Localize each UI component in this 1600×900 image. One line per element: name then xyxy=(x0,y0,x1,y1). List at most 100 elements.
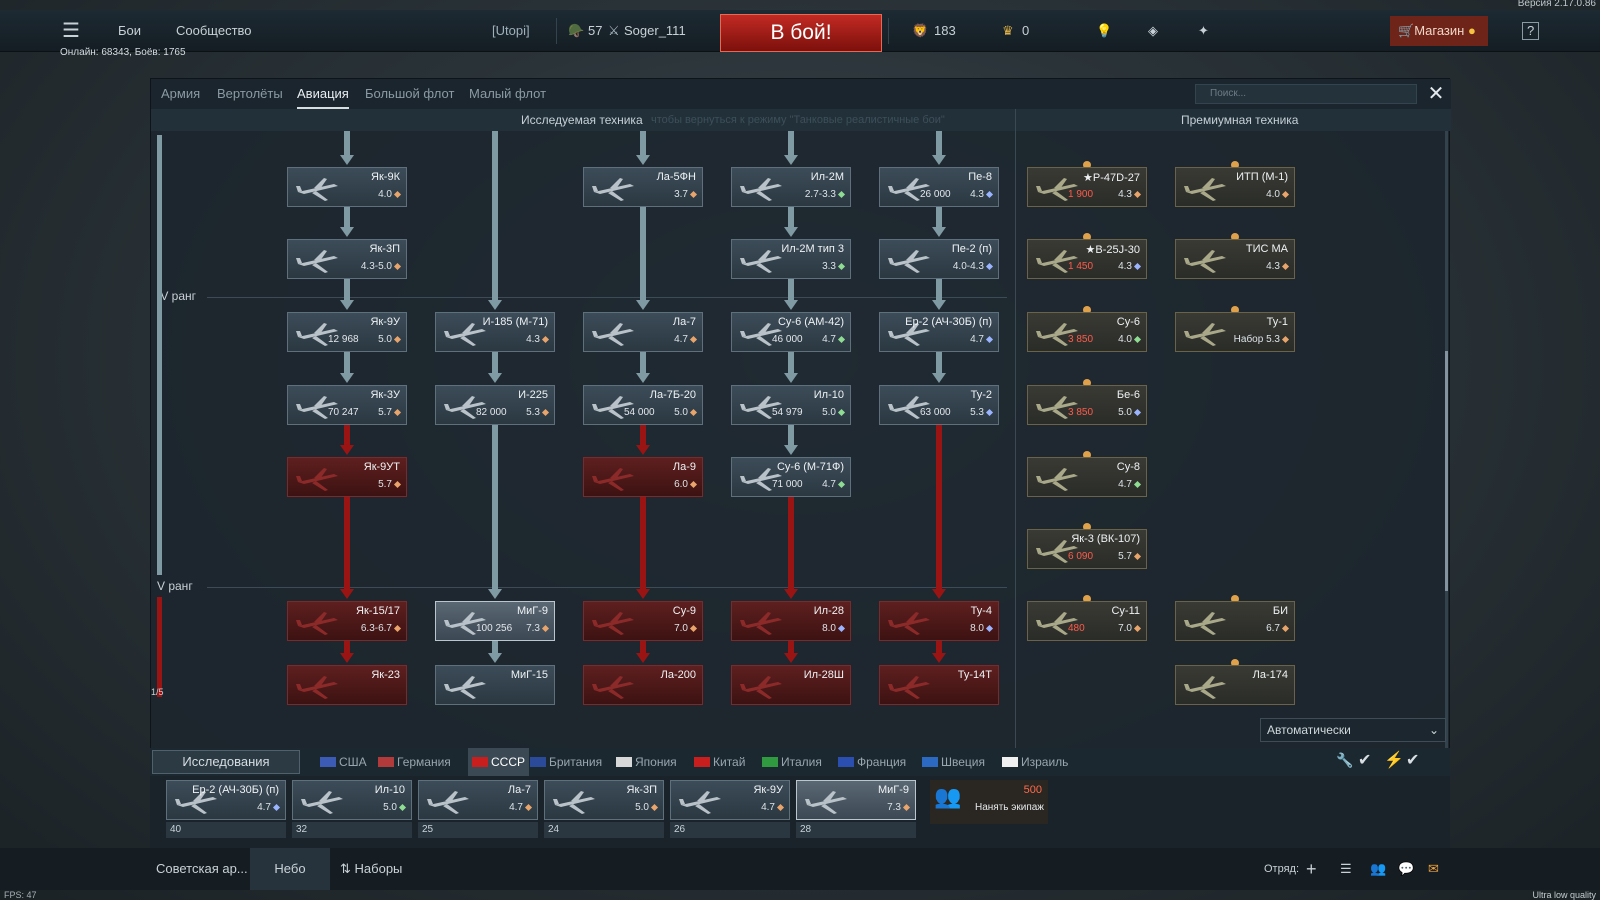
vehicle-card-bi[interactable]: БИ 6.7 xyxy=(1175,601,1295,641)
vehicle-card-su6p[interactable]: Су-6 4.0 3 850 xyxy=(1027,312,1147,352)
vehicle-card-su6am42[interactable]: Су-6 (АМ-42) 4.7 46 000 xyxy=(731,312,851,352)
close-icon[interactable]: ✕ xyxy=(1423,82,1449,106)
vehicle-card-yak1517[interactable]: Як-15/17 6.3-6.7 xyxy=(287,601,407,641)
research-mode-select[interactable]: Исследования xyxy=(152,750,300,774)
vehicle-card-er2[interactable]: Ер-2 (АЧ-30Б) (п) 4.7 xyxy=(879,312,999,352)
nation-tab[interactable]: Израиль xyxy=(1002,748,1068,776)
vehicle-card-yak9u[interactable]: Як-9У 5.0 12 968 xyxy=(287,312,407,352)
chat-icon[interactable]: 💬 xyxy=(1398,848,1414,890)
vehicle-card-il28[interactable]: Ил-28 8.0 xyxy=(731,601,851,641)
scrollbar-thumb[interactable] xyxy=(1445,351,1448,591)
crew-slot[interactable]: Як-9У 4.7 26 xyxy=(670,780,790,842)
tab-aviation[interactable]: Авиация xyxy=(297,79,349,109)
tab-sky[interactable]: Небо xyxy=(250,848,330,890)
vehicle-card-slot1[interactable]: Ил-10 5.0 xyxy=(292,780,412,820)
vehicle-card-tu14t[interactable]: Ту-14Т xyxy=(879,665,999,705)
battle-pass-icon[interactable]: ✦ xyxy=(1198,10,1209,52)
vehicle-card-p47[interactable]: ★P-47D-27 4.3 1 900 xyxy=(1027,167,1147,207)
vehicle-card-il2m3[interactable]: Ил-2М тип 3 3.3 xyxy=(731,239,851,279)
vehicle-card-la7[interactable]: Ла-7 4.7 xyxy=(583,312,703,352)
hire-crew-slot[interactable]: 👥 500 Нанять экипаж xyxy=(930,780,1048,824)
mail-icon[interactable]: ✉ xyxy=(1428,848,1439,890)
crew-slot[interactable]: МиГ-9 7.3 28 xyxy=(796,780,916,842)
vehicle-card-mig15[interactable]: МиГ-15 xyxy=(435,665,555,705)
quality-label: Ultra low quality xyxy=(1532,890,1596,900)
vehicle-card-la174[interactable]: Ла-174 xyxy=(1175,665,1295,705)
vehicle-card-su11[interactable]: Су-11 7.0 480 xyxy=(1027,601,1147,641)
vehicle-card-b25[interactable]: ★B-25J-30 4.3 1 450 xyxy=(1027,239,1147,279)
vehicle-card-yak3vk[interactable]: Як-3 (ВК-107) 5.7 6 090 xyxy=(1027,529,1147,569)
shop-button[interactable]: 🛒Магазин ● xyxy=(1390,16,1488,46)
tab-coastal-fleet[interactable]: Малый флот xyxy=(469,79,546,109)
vehicle-card-be6[interactable]: Бе-6 5.0 3 850 xyxy=(1027,385,1147,425)
crew-slot[interactable]: Як-3П 5.0 24 xyxy=(544,780,664,842)
vehicle-card-yak9ut[interactable]: Як-9УТ 5.7 xyxy=(287,457,407,497)
nation-tab[interactable]: Италия xyxy=(762,748,822,776)
to-battle-button[interactable]: В бой! xyxy=(720,14,882,52)
vehicle-card-su9[interactable]: Су-9 7.0 xyxy=(583,601,703,641)
vehicle-card-slot0[interactable]: Ер-2 (АЧ-30Б) (п) 4.7 xyxy=(166,780,286,820)
vehicle-card-tu4[interactable]: Ту-4 8.0 xyxy=(879,601,999,641)
vehicle-card-yak9k[interactable]: Як-9К 4.0 xyxy=(287,167,407,207)
vehicle-card-itp[interactable]: ИТП (М-1) 4.0 xyxy=(1175,167,1295,207)
tab-army[interactable]: Армия xyxy=(161,79,200,109)
search-input[interactable]: Поиск... xyxy=(1195,84,1417,104)
vehicle-card-la5fn[interactable]: Ла-5ФН 3.7 xyxy=(583,167,703,207)
wrench-icon[interactable]: 🔧 xyxy=(1336,752,1353,769)
workshop-icon[interactable]: ◈ xyxy=(1148,10,1158,52)
vehicle-card-yak3p[interactable]: Як-3П 4.3-5.0 xyxy=(287,239,407,279)
add-icon[interactable]: + xyxy=(1306,848,1317,890)
nation-tab[interactable]: Германия xyxy=(378,748,451,776)
vehicle-card-su8[interactable]: Су-8 4.7 xyxy=(1027,457,1147,497)
scrollbar[interactable] xyxy=(1445,131,1448,781)
lightbulb-icon[interactable]: 💡 xyxy=(1096,10,1112,52)
vehicle-card-slot5[interactable]: МиГ-9 7.3 xyxy=(796,780,916,820)
nation-tab[interactable]: США xyxy=(320,748,367,776)
vehicle-card-slot3[interactable]: Як-3П 5.0 xyxy=(544,780,664,820)
nation-tab[interactable]: СССР xyxy=(468,748,530,776)
checkmark-icon[interactable]: ✔ xyxy=(1358,750,1371,770)
preset-select[interactable]: Советская ар... xyxy=(156,848,248,890)
crew-slot[interactable]: Ла-7 4.7 25 xyxy=(418,780,538,842)
nation-tab[interactable]: Япония xyxy=(616,748,677,776)
vehicle-card-yak3u[interactable]: Як-3У 5.7 70 247 xyxy=(287,385,407,425)
tab-helicopters[interactable]: Вертолёты xyxy=(217,79,283,109)
vehicle-card-i185[interactable]: И-185 (М-71) 4.3 xyxy=(435,312,555,352)
vehicle-card-la9[interactable]: Ла-9 6.0 xyxy=(583,457,703,497)
nation-tab[interactable]: Китай xyxy=(694,748,745,776)
vehicle-card-yak23[interactable]: Як-23 xyxy=(287,665,407,705)
vehicle-card-il28sh[interactable]: Ил-28Ш xyxy=(731,665,851,705)
battles-menu[interactable]: Бои xyxy=(118,10,141,52)
player-name[interactable]: Soger_111 xyxy=(624,10,686,52)
vehicle-card-tu1[interactable]: Ту-1 Набор 5.3 xyxy=(1175,312,1295,352)
repair-icon[interactable]: ⚡ xyxy=(1384,750,1404,770)
crew-slot[interactable]: Ил-10 5.0 32 xyxy=(292,780,412,842)
vehicle-card-i225[interactable]: И-225 5.3 82 000 xyxy=(435,385,555,425)
vehicle-card-slot2[interactable]: Ла-7 4.7 xyxy=(418,780,538,820)
help-button[interactable]: ? xyxy=(1522,22,1540,40)
checkmark-icon[interactable]: ✔ xyxy=(1406,750,1419,770)
vehicle-card-slot4[interactable]: Як-9У 4.7 xyxy=(670,780,790,820)
vehicle-card-la200[interactable]: Ла-200 xyxy=(583,665,703,705)
vehicle-card-mig9[interactable]: МиГ-9 7.3 100 256 xyxy=(435,601,555,641)
vehicle-card-pe8[interactable]: Пе-8 4.3 26 000 xyxy=(879,167,999,207)
community-menu[interactable]: Сообщество xyxy=(176,10,252,52)
tab-bluewater-fleet[interactable]: Большой флот xyxy=(365,79,454,109)
nation-tab[interactable]: Швеция xyxy=(922,748,985,776)
vehicle-card-il2m[interactable]: Ил-2М 2.7-3.3 xyxy=(731,167,851,207)
vehicle-card-tu2[interactable]: Ту-2 5.3 63 000 xyxy=(879,385,999,425)
vehicle-card-la7b20[interactable]: Ла-7Б-20 5.0 54 000 xyxy=(583,385,703,425)
avatar[interactable]: 🪖 xyxy=(568,10,584,52)
hamburger-menu-icon[interactable]: ☰ xyxy=(62,10,80,52)
auto-research-select[interactable]: Автоматически ⌄ xyxy=(1260,718,1446,742)
vehicle-card-tisma[interactable]: ТИС МА 4.3 xyxy=(1175,239,1295,279)
nation-tab[interactable]: Британия xyxy=(530,748,602,776)
list-icon[interactable]: ☰ xyxy=(1340,848,1352,890)
nation-tab[interactable]: Франция xyxy=(838,748,906,776)
vehicle-card-il10[interactable]: Ил-10 5.0 54 979 xyxy=(731,385,851,425)
crew-slot[interactable]: Ер-2 (АЧ-30Б) (п) 4.7 40 xyxy=(166,780,286,842)
vehicle-card-pe2n[interactable]: Пе-2 (п) 4.0-4.3 xyxy=(879,239,999,279)
sets-button[interactable]: ⇅ Наборы xyxy=(340,848,402,890)
friends-icon[interactable]: 👥 xyxy=(1370,848,1386,890)
vehicle-card-su6m71f[interactable]: Су-6 (М-71Ф) 4.7 71 000 xyxy=(731,457,851,497)
